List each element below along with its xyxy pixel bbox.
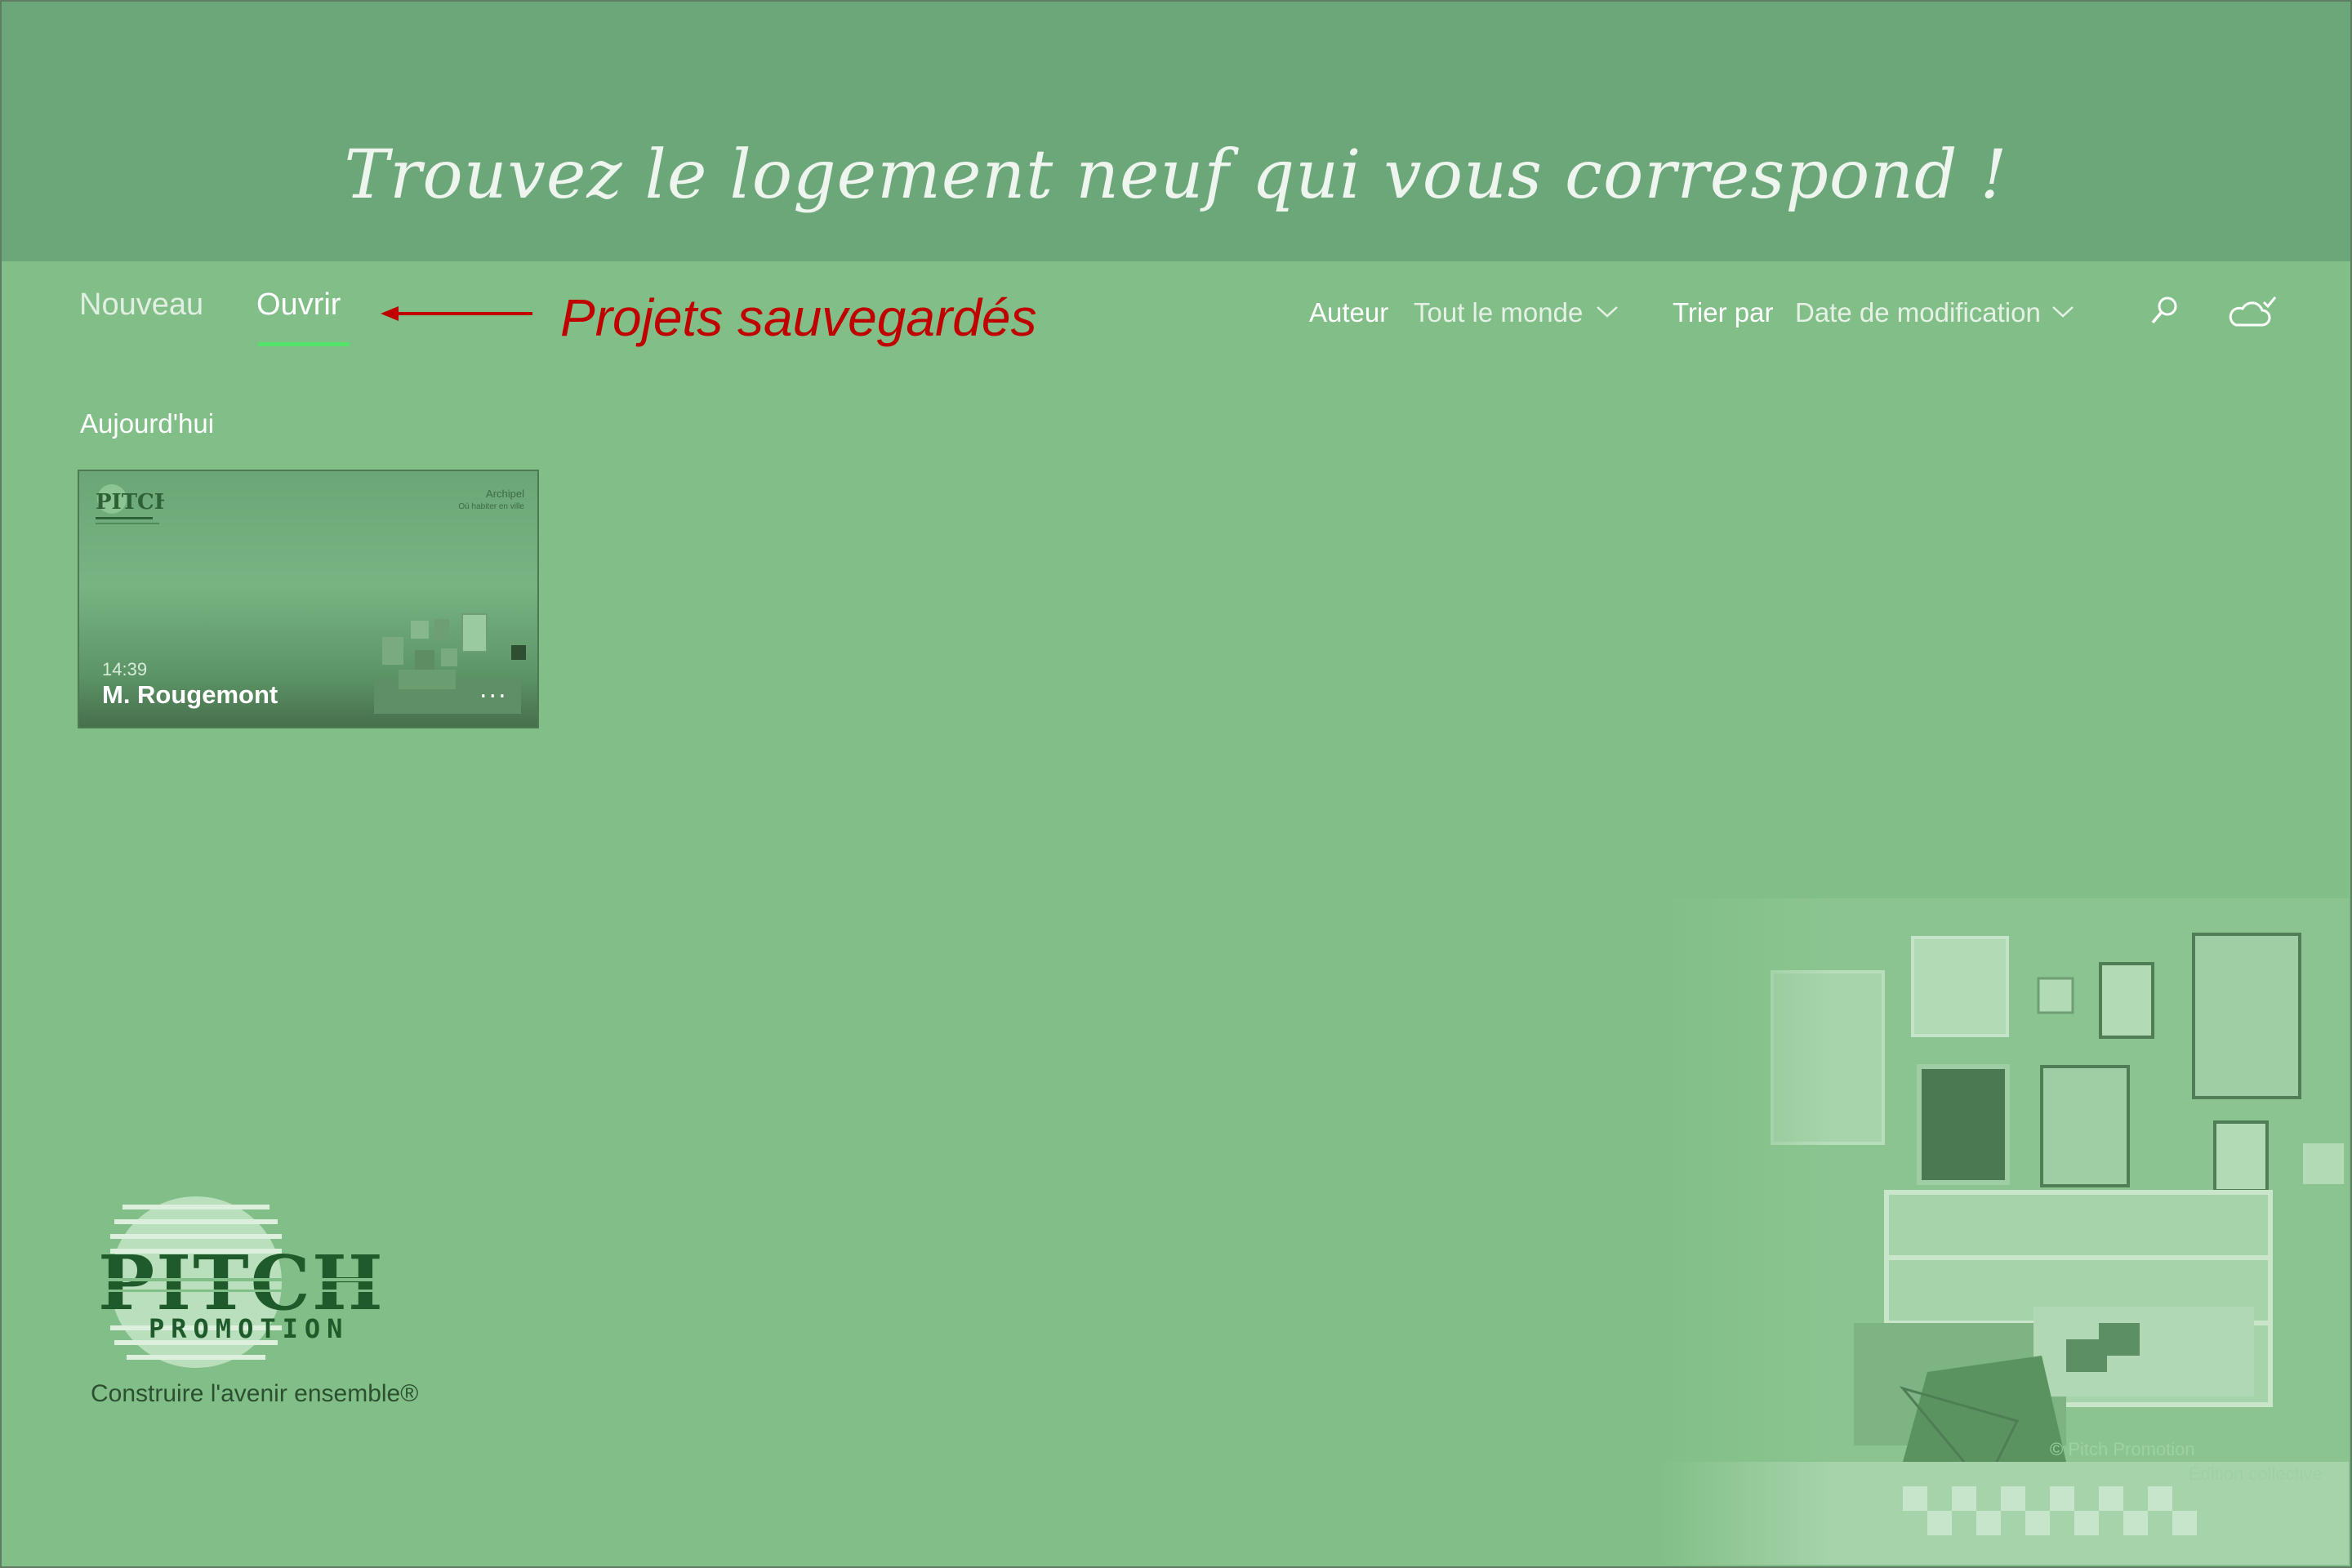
sort-dropdown[interactable]: Date de modification: [1795, 297, 2041, 328]
chevron-down-icon[interactable]: [1596, 305, 1619, 318]
cloud-check-icon[interactable]: [2228, 294, 2278, 330]
sort-label: Trier par: [1673, 297, 1774, 327]
tab-open[interactable]: Ouvrir: [256, 287, 341, 323]
header-title: Trouvez le logement neuf qui vous corres…: [344, 136, 2008, 214]
author-label: Auteur: [1309, 297, 1389, 327]
card-time: 14:39: [102, 659, 148, 679]
annotation-label: Projets sauvegardés: [560, 288, 1037, 347]
header-banner: Trouvez le logement neuf qui vous corres…: [2, 2, 2350, 261]
thumbnail-title: Archipel: [486, 488, 524, 500]
tab-new[interactable]: Nouveau: [79, 287, 203, 323]
thumbnail-subtitle: Où habiter en ville: [458, 502, 524, 511]
annotation-arrow: [381, 306, 532, 321]
search-icon[interactable]: [2148, 294, 2180, 330]
section-title-today: Aujourd'hui: [80, 408, 215, 439]
logo-subtext: PROMOTION: [149, 1313, 349, 1344]
watermark-line-2: Édition collective: [2189, 1463, 2323, 1484]
card-title: M. Rougemont: [102, 680, 278, 709]
pitch-promotion-logo: PITCH PROMOTION: [90, 1196, 408, 1368]
author-dropdown[interactable]: Tout le monde: [1414, 297, 1583, 328]
chevron-down-icon[interactable]: [2051, 305, 2074, 318]
more-options-button[interactable]: ...: [479, 675, 508, 704]
thumbnail-logo: PITCH: [96, 484, 164, 524]
watermark-line-1: © Pitch Promotion: [2050, 1439, 2195, 1459]
active-tab-indicator: [258, 342, 350, 346]
project-card[interactable]: PITCH Archipel Où habiter en ville 14:39…: [78, 470, 539, 728]
brand-tagline: Construire l'avenir ensemble®: [91, 1380, 419, 1407]
svg-text:PITCH: PITCH: [96, 490, 164, 514]
